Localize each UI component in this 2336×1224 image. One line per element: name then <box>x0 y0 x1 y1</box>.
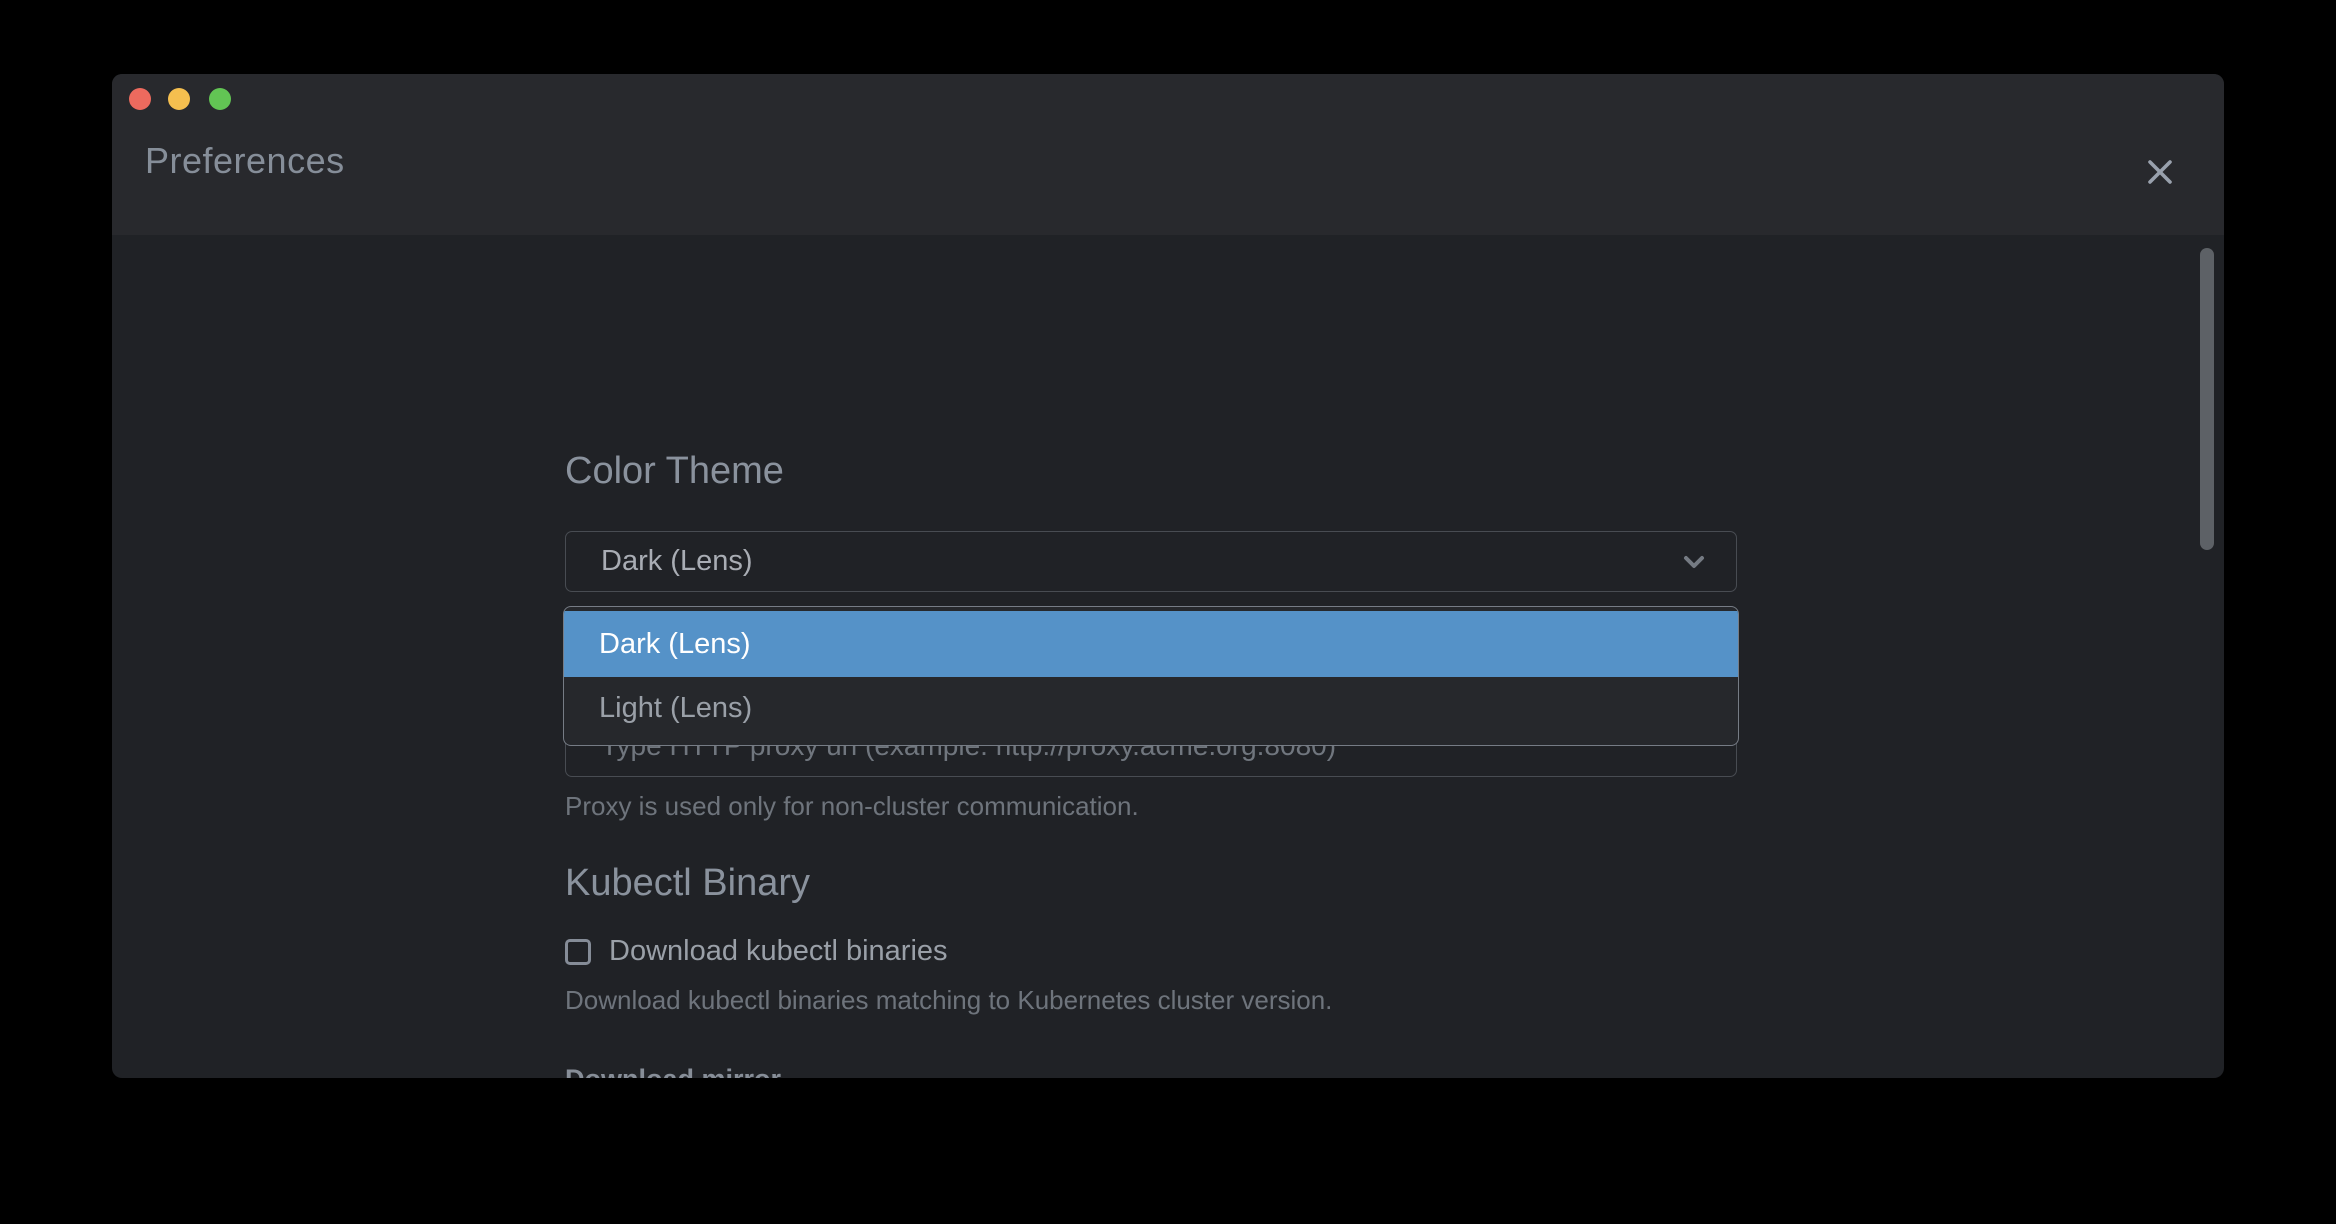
color-theme-select-value: Dark (Lens) <box>601 545 753 578</box>
traffic-light-zoom[interactable] <box>209 88 231 110</box>
dropdown-option-dark-lens[interactable]: Dark (Lens) <box>564 611 1738 677</box>
color-theme-dropdown: Dark (Lens) Light (Lens) <box>563 606 1739 746</box>
color-theme-select[interactable]: Dark (Lens) <box>565 531 1737 592</box>
scrollbar[interactable] <box>2200 248 2214 550</box>
preferences-window: Preferences Color Theme Dark (Lens) Type… <box>112 74 2224 1078</box>
checkbox-unchecked-icon[interactable] <box>565 939 591 965</box>
preferences-content: Color Theme Dark (Lens) Type HTTP proxy … <box>112 235 2224 1078</box>
traffic-light-close[interactable] <box>129 88 151 110</box>
chevron-down-icon <box>1678 546 1710 578</box>
page-title: Preferences <box>145 140 345 182</box>
titlebar: Preferences <box>112 74 2224 235</box>
download-kubectl-checkbox-row[interactable]: Download kubectl binaries <box>565 935 948 968</box>
download-kubectl-checkbox-label: Download kubectl binaries <box>609 935 948 968</box>
desktop-background: Preferences Color Theme Dark (Lens) Type… <box>0 0 2336 1224</box>
kubectl-binary-heading: Kubectl Binary <box>565 859 810 908</box>
kubectl-hint: Download kubectl binaries matching to Ku… <box>565 985 1332 1016</box>
close-icon[interactable] <box>2138 150 2182 194</box>
color-theme-heading: Color Theme <box>565 447 784 496</box>
dropdown-option-light-lens[interactable]: Light (Lens) <box>564 677 1738 739</box>
download-mirror-label: Download mirror <box>565 1064 781 1078</box>
proxy-hint: Proxy is used only for non-cluster commu… <box>565 791 1139 822</box>
traffic-light-minimize[interactable] <box>168 88 190 110</box>
